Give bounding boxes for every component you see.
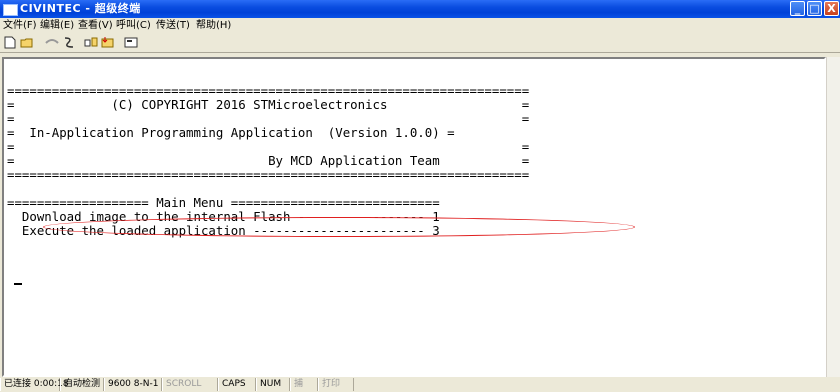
status-bar: 已连接 0:00:18 自动检测 9600 8-N-1 SCROLL CAPS … xyxy=(0,377,840,392)
app-icon xyxy=(3,4,18,16)
auto-detect-status: 自动检测 xyxy=(60,378,104,391)
scroll-lock-indicator: SCROLL xyxy=(162,378,218,391)
menu-bar: 文件(F) 编辑(E) 查看(V) 呼叫(C) 传送(T) 帮助(H) xyxy=(0,18,840,34)
print-echo-indicator: 打印 xyxy=(318,378,354,391)
vertical-scrollbar[interactable] xyxy=(826,57,840,377)
new-connection-icon[interactable] xyxy=(3,36,17,49)
menu-edit[interactable]: 编辑(E) xyxy=(40,18,74,34)
highlight-oval xyxy=(43,217,635,237)
text-cursor xyxy=(14,283,22,285)
port-settings: 9600 8-N-1 xyxy=(104,378,162,391)
close-button[interactable]: X xyxy=(824,1,839,16)
menu-call[interactable]: 呼叫(C) xyxy=(116,18,151,34)
terminal-line: = = xyxy=(7,111,530,126)
open-icon[interactable] xyxy=(20,36,34,49)
send-icon[interactable] xyxy=(84,36,98,49)
connection-timer: 已连接 0:00:18 xyxy=(0,378,69,391)
properties-icon[interactable] xyxy=(124,36,138,49)
menu-transfer[interactable]: 传送(T) xyxy=(156,18,190,34)
terminal-line: =================== Main Menu ==========… xyxy=(7,195,440,210)
terminal-line: ========================================… xyxy=(7,83,530,98)
terminal-line: = By MCD Application Team = xyxy=(7,153,530,168)
menu-help[interactable]: 帮助(H) xyxy=(196,18,231,34)
disconnect-icon[interactable] xyxy=(45,36,59,49)
terminal-line: = (C) COPYRIGHT 2016 STMicroelectronics … xyxy=(7,97,530,112)
dial-icon[interactable] xyxy=(62,36,76,49)
window-title: CIVINTEC - 超级终端 xyxy=(20,2,141,15)
num-lock-indicator: NUM xyxy=(256,378,290,391)
capture-indicator: 捕 xyxy=(290,378,318,391)
title-bar[interactable]: CIVINTEC - 超级终端 _ □ X xyxy=(0,0,840,18)
terminal-window[interactable]: ========================================… xyxy=(2,57,826,377)
minimize-button[interactable]: _ xyxy=(790,1,805,16)
menu-file[interactable]: 文件(F) xyxy=(3,18,37,34)
terminal-line: ========================================… xyxy=(7,167,530,182)
caps-lock-indicator: CAPS xyxy=(218,378,256,391)
terminal-line: = = xyxy=(7,139,530,154)
maximize-button[interactable]: □ xyxy=(807,1,822,16)
terminal-line: = In-Application Programming Application… xyxy=(7,125,455,140)
menu-view[interactable]: 查看(V) xyxy=(78,18,113,34)
receive-icon[interactable] xyxy=(101,36,115,49)
toolbar xyxy=(0,34,840,53)
